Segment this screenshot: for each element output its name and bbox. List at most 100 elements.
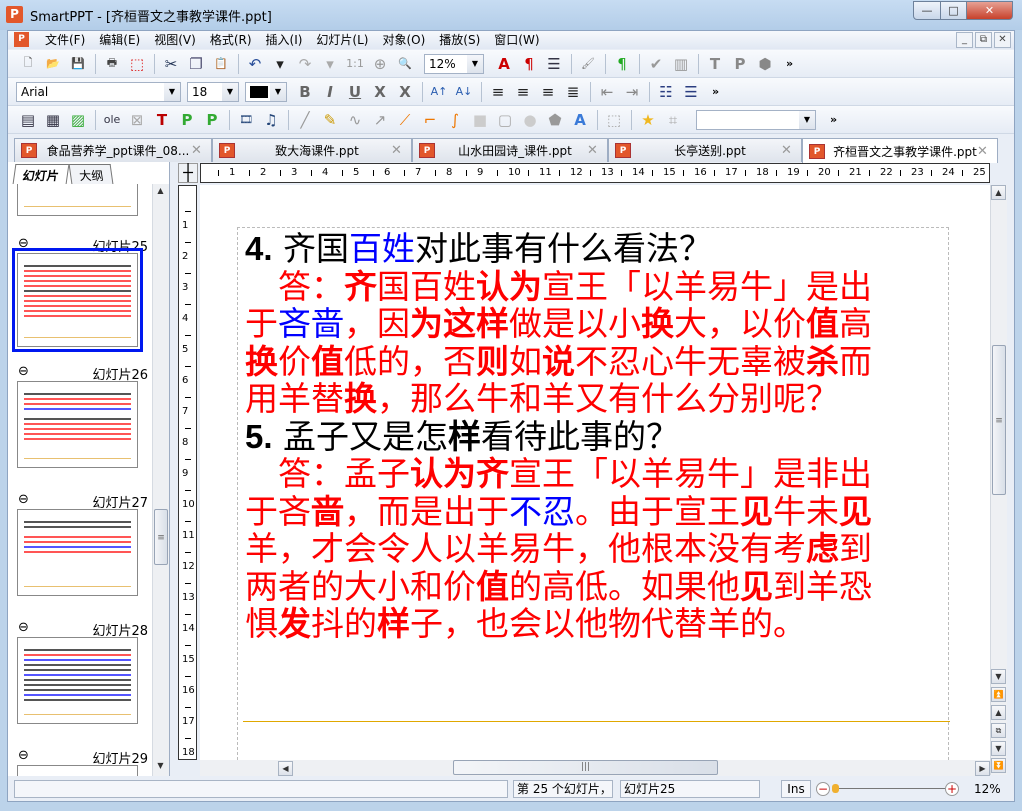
decrease-font-icon[interactable]: A↓	[452, 81, 476, 103]
increase-indent-icon[interactable]: ⇥	[620, 81, 644, 103]
slide-thumbnail[interactable]	[17, 637, 138, 724]
strikethrough-icon[interactable]: X	[368, 81, 392, 103]
rounded-rect-icon[interactable]: ▢	[493, 109, 517, 131]
slide-text-box[interactable]: 4. 齐国百姓对此事有什么看法？ 答：齐国百姓认为宣王「以羊易牛」是出 于吝啬，因…	[245, 230, 872, 643]
scrollbar-thumb[interactable]: ≡	[992, 345, 1006, 495]
double-strikethrough-icon[interactable]: X	[393, 81, 417, 103]
slide-thumbnail[interactable]	[17, 765, 138, 776]
zoom-select[interactable]: 12% ▼	[424, 53, 484, 74]
close-tab-icon[interactable]: ✕	[191, 143, 211, 158]
insert-p-alt-icon[interactable]: P	[200, 109, 224, 131]
undo-icon[interactable]: ↶	[243, 53, 267, 75]
menu-item[interactable]: 对象(O)	[375, 32, 432, 48]
copy-icon[interactable]: ❐	[184, 53, 208, 75]
chevron-down-icon[interactable]: ▼	[467, 54, 483, 73]
toolbar-overflow-button[interactable]: »	[830, 113, 837, 126]
export-pdf-icon[interactable]: ⬚	[125, 53, 149, 75]
placeholder-icon[interactable]: ⊠	[125, 109, 149, 131]
close-button[interactable]: ✕	[966, 1, 1013, 20]
mdi-minimize-button[interactable]: _	[956, 32, 973, 48]
format-painter-icon[interactable]: 🖌	[576, 53, 600, 75]
video-icon[interactable]: 🎞	[234, 109, 258, 131]
zoom-slider[interactable]	[832, 788, 945, 789]
first-slide-icon[interactable]: ⏫	[991, 687, 1006, 702]
ruler-origin-button[interactable]: ┼	[178, 163, 198, 183]
save-icon[interactable]: 💾	[66, 53, 90, 75]
connector-elbow-icon[interactable]: ⌐	[418, 109, 442, 131]
paragraph-format-icon[interactable]: ¶	[517, 53, 541, 75]
scroll-left-icon[interactable]: ◀	[278, 761, 293, 776]
new-file-icon[interactable]: 🗋	[16, 53, 40, 75]
status-insert-mode[interactable]: Ins	[781, 780, 811, 798]
increase-font-icon[interactable]: A↑	[427, 81, 451, 103]
previous-slide-icon[interactable]: ▲	[991, 705, 1006, 720]
next-slide-icon[interactable]: ▼	[991, 741, 1006, 756]
menu-item[interactable]: 编辑(E)	[92, 32, 147, 48]
maximize-button[interactable]: □	[940, 1, 967, 20]
scroll-down-icon[interactable]: ▼	[991, 669, 1006, 684]
zoom-out-button[interactable]: −	[816, 782, 830, 796]
justify-icon[interactable]: ≣	[561, 81, 585, 103]
star-animation-icon[interactable]: ★	[636, 109, 660, 131]
spell-check-icon[interactable]: ✔	[644, 53, 668, 75]
document-tab[interactable]: P 食品营养学_ppt课件_08... ✕	[14, 138, 212, 162]
menu-item[interactable]: 幻灯片(L)	[309, 32, 375, 48]
zoom-icon[interactable]: 🔍	[393, 53, 417, 75]
insert-p-icon[interactable]: P	[175, 109, 199, 131]
eraser-icon[interactable]: ⬢	[753, 53, 777, 75]
slide-thumbnail[interactable]	[17, 509, 138, 596]
font-color-select[interactable]: ▼	[245, 81, 287, 102]
scrollbar-thumb[interactable]: ≡	[154, 509, 168, 565]
chevron-down-icon[interactable]: ▼	[222, 82, 238, 101]
redo-dropdown-icon[interactable]: ▾	[318, 53, 342, 75]
group-icon[interactable]: ⬚	[602, 109, 626, 131]
picture-icon[interactable]: ▨	[66, 109, 90, 131]
toolbar-overflow-button[interactable]: »	[786, 57, 793, 70]
minimize-button[interactable]: —	[913, 1, 941, 20]
wordart-icon[interactable]: A	[568, 109, 592, 131]
bold-icon[interactable]: B	[293, 81, 317, 103]
text-box-t-icon[interactable]: T	[703, 53, 727, 75]
redo-icon[interactable]: ↷	[293, 53, 317, 75]
align-left-icon[interactable]: ≡	[486, 81, 510, 103]
insert-title-icon[interactable]: T	[150, 109, 174, 131]
menu-item[interactable]: 插入(I)	[259, 32, 310, 48]
menu-item[interactable]: 文件(F)	[38, 32, 92, 48]
show-marks-icon[interactable]: ¶	[610, 53, 634, 75]
table-icon[interactable]: ▦	[41, 109, 65, 131]
chevron-down-icon[interactable]: ▼	[799, 110, 815, 129]
close-tab-icon[interactable]: ✕	[587, 143, 607, 158]
close-tab-icon[interactable]: ✕	[781, 143, 801, 158]
panel-tab-slides[interactable]: 幻灯片	[12, 164, 70, 184]
connector-curve-icon[interactable]: ∫	[443, 109, 467, 131]
undo-dropdown-icon[interactable]: ▾	[268, 53, 292, 75]
zoom-slider-handle[interactable]	[832, 784, 840, 793]
align-center-icon[interactable]: ≡	[536, 81, 560, 103]
chart-icon[interactable]: ▥	[669, 53, 693, 75]
slide-thumbnail[interactable]	[17, 381, 138, 468]
slide-thumbnail[interactable]	[12, 248, 143, 352]
audio-icon[interactable]: ♫	[259, 109, 283, 131]
pencil-icon[interactable]: ✎	[318, 109, 342, 131]
style-select[interactable]: ▼	[696, 109, 816, 130]
close-tab-icon[interactable]: ✕	[391, 143, 411, 158]
open-folder-icon[interactable]: 📂	[41, 53, 65, 75]
slide-view-icon[interactable]: ⧉	[991, 723, 1006, 738]
scroll-down-icon[interactable]: ▼	[153, 759, 168, 774]
font-family-select[interactable]: Arial ▼	[16, 81, 181, 102]
font-size-select[interactable]: 18 ▼	[187, 81, 239, 102]
actual-size-icon[interactable]: 1:1	[343, 53, 367, 75]
menu-item[interactable]: 格式(R)	[203, 32, 259, 48]
document-tab[interactable]: P 致大海课件.ppt ✕	[212, 138, 412, 162]
rectangle-icon[interactable]: ■	[468, 109, 492, 131]
menu-item[interactable]: 视图(V)	[147, 32, 203, 48]
line-icon[interactable]: ╱	[293, 109, 317, 131]
scroll-up-icon[interactable]: ▲	[153, 184, 168, 199]
connector-straight-icon[interactable]: ⟋	[393, 109, 417, 131]
last-slide-icon[interactable]: ⏬	[991, 758, 1006, 773]
curve-icon[interactable]: ∿	[343, 109, 367, 131]
text-frame-icon[interactable]: ▤	[16, 109, 40, 131]
close-tab-icon[interactable]: ✕	[977, 144, 997, 159]
ole-object-icon[interactable]: ole	[100, 109, 124, 131]
numbered-list-icon[interactable]: ☰	[679, 81, 703, 103]
